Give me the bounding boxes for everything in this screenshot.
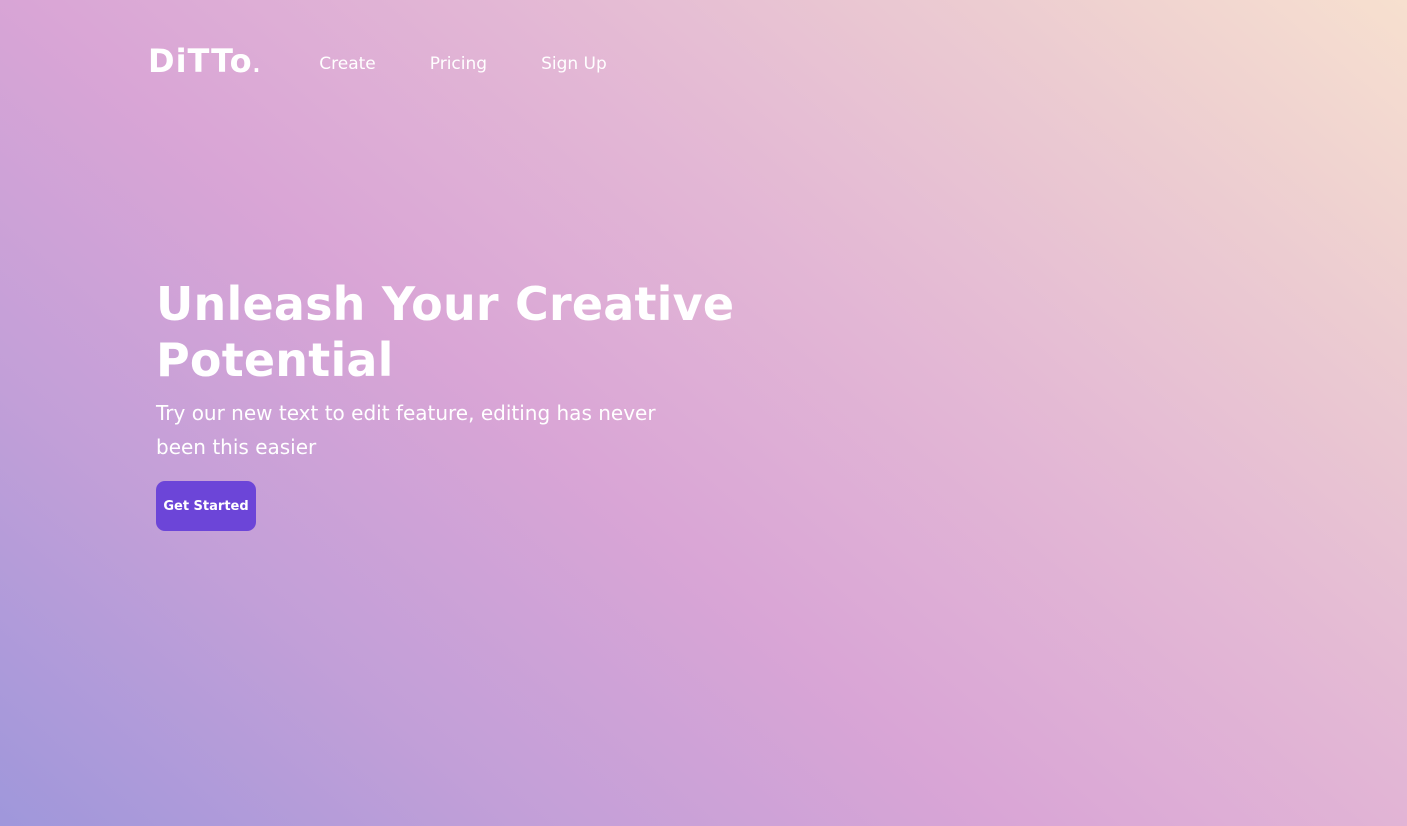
hero-section: Unleash Your Creative Potential Try our … [156, 276, 916, 531]
nav-link-sign-up[interactable]: Sign Up [541, 54, 607, 74]
hero-subtitle: Try our new text to edit feature, editin… [156, 401, 656, 459]
get-started-button[interactable]: Get Started [156, 481, 256, 531]
logo-dot: . [252, 53, 262, 77]
top-navigation: DiTTo. Create Pricing Sign Up [148, 42, 661, 86]
logo-text: DiTTo [148, 42, 253, 80]
nav-links: Create Pricing Sign Up [319, 54, 661, 74]
nav-link-pricing[interactable]: Pricing [430, 54, 487, 74]
nav-link-create[interactable]: Create [319, 54, 376, 74]
ditto-logo[interactable]: DiTTo. [148, 45, 261, 77]
hero-title: Unleash Your Creative Potential [156, 277, 735, 387]
